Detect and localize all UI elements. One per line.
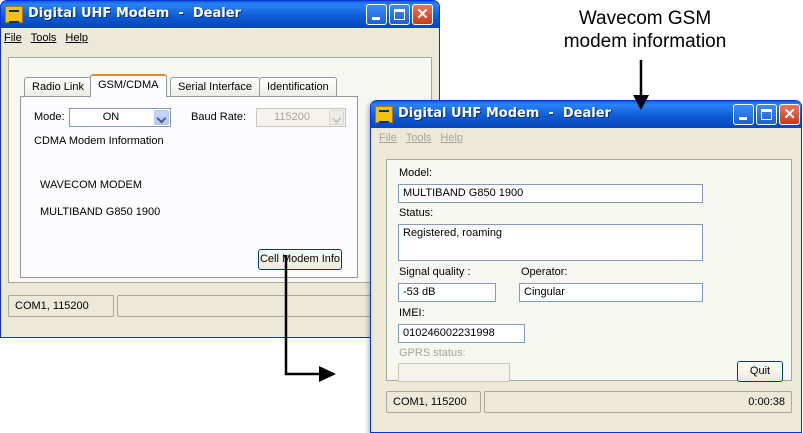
cdma-section-title: CDMA Modem Information [34, 135, 164, 147]
mode-label: Mode: [34, 111, 65, 123]
front-content-panel: Model: MULTIBAND G850 1900 Status: Regis… [386, 159, 792, 382]
mode-select-value: ON [102, 111, 120, 123]
gprs-status-field [398, 363, 510, 382]
baud-rate-value: 115200 [274, 111, 310, 123]
signal-quality-field: -53 dB [398, 283, 496, 302]
front-window: Digital UHF Modem - Dealer ✕ File Tools … [370, 100, 802, 433]
menu-help[interactable]: Help [440, 132, 463, 144]
minimize-button[interactable] [733, 104, 754, 125]
modem-model-text: MULTIBAND G850 1900 [40, 206, 161, 218]
gsm-cdma-tab-body: Mode: ON Baud Rate: 115200 CDMA Modem In… [20, 96, 358, 278]
minimize-button[interactable] [366, 4, 387, 25]
status-field: Registered, roaming [398, 224, 703, 261]
tab-radio-link[interactable]: Radio Link [24, 77, 92, 97]
operator-label: Operator: [521, 266, 568, 278]
maximize-button[interactable] [389, 4, 410, 25]
minimize-icon [372, 17, 380, 20]
maximize-button[interactable] [756, 104, 777, 125]
baud-rate-label: Baud Rate: [191, 111, 247, 123]
front-window-title: Digital UHF Modem - Dealer [398, 106, 611, 121]
chevron-down-icon [329, 110, 344, 125]
menu-tools[interactable]: Tools [406, 132, 432, 144]
back-window-title: Digital UHF Modem - Dealer [28, 6, 241, 21]
annotation-line-2: modem information [563, 31, 727, 52]
close-icon: ✕ [783, 106, 796, 123]
signal-quality-label: Signal quality : [399, 266, 471, 278]
menu-file[interactable]: File [379, 132, 397, 144]
menu-help[interactable]: Help [65, 32, 88, 44]
mode-select[interactable]: ON [69, 108, 171, 127]
menu-tools[interactable]: Tools [31, 32, 57, 44]
baud-rate-select[interactable]: 115200 [256, 108, 346, 127]
front-status-time: 0:00:38 [484, 391, 792, 413]
maximize-icon [761, 109, 772, 120]
imei-label: IMEI: [399, 307, 425, 319]
operator-field: Cingular [519, 283, 703, 302]
back-menu-bar: File Tools Help [1, 28, 439, 47]
back-title-bar[interactable]: Digital UHF Modem - Dealer ✕ [1, 1, 439, 28]
back-status-port: COM1, 115200 [8, 295, 114, 317]
close-button[interactable]: ✕ [779, 104, 800, 125]
chevron-down-icon [154, 110, 169, 125]
back-status-bar: COM1, 115200 [8, 295, 432, 317]
front-menu-bar: File Tools Help [371, 128, 801, 147]
model-field: MULTIBAND G850 1900 [398, 184, 703, 203]
minimize-icon [739, 117, 747, 120]
gprs-status-label: GPRS status: [399, 347, 466, 359]
annotation-line-1: Wavecom GSM [578, 8, 712, 29]
back-content-panel: Radio Link GSM/CDMA Serial Interface Ide… [8, 57, 432, 283]
cell-modem-info-button[interactable]: Cell Modem Info [258, 249, 342, 270]
annotation-caption: Wavecom GSM modem information [548, 7, 742, 53]
maximize-icon [394, 9, 405, 20]
quit-button[interactable]: Quit [737, 361, 783, 382]
app-logo-icon [5, 6, 23, 23]
menu-file[interactable]: File [4, 32, 22, 44]
tab-serial-interface[interactable]: Serial Interface [170, 77, 260, 97]
close-button[interactable]: ✕ [412, 4, 433, 25]
front-title-bar[interactable]: Digital UHF Modem - Dealer ✕ [371, 101, 801, 128]
model-label: Model: [399, 167, 433, 179]
modem-name-text: WAVECOM MODEM [40, 179, 143, 191]
front-status-port: COM1, 115200 [386, 391, 481, 413]
tab-gsm-cdma[interactable]: GSM/CDMA [90, 74, 167, 97]
tab-identification[interactable]: Identification [259, 77, 337, 97]
app-logo-icon [375, 106, 393, 123]
close-icon: ✕ [416, 6, 429, 23]
front-status-bar: COM1, 115200 0:00:38 [386, 391, 792, 413]
status-label: Status: [399, 207, 434, 219]
imei-field: 010246002231998 [398, 324, 525, 343]
